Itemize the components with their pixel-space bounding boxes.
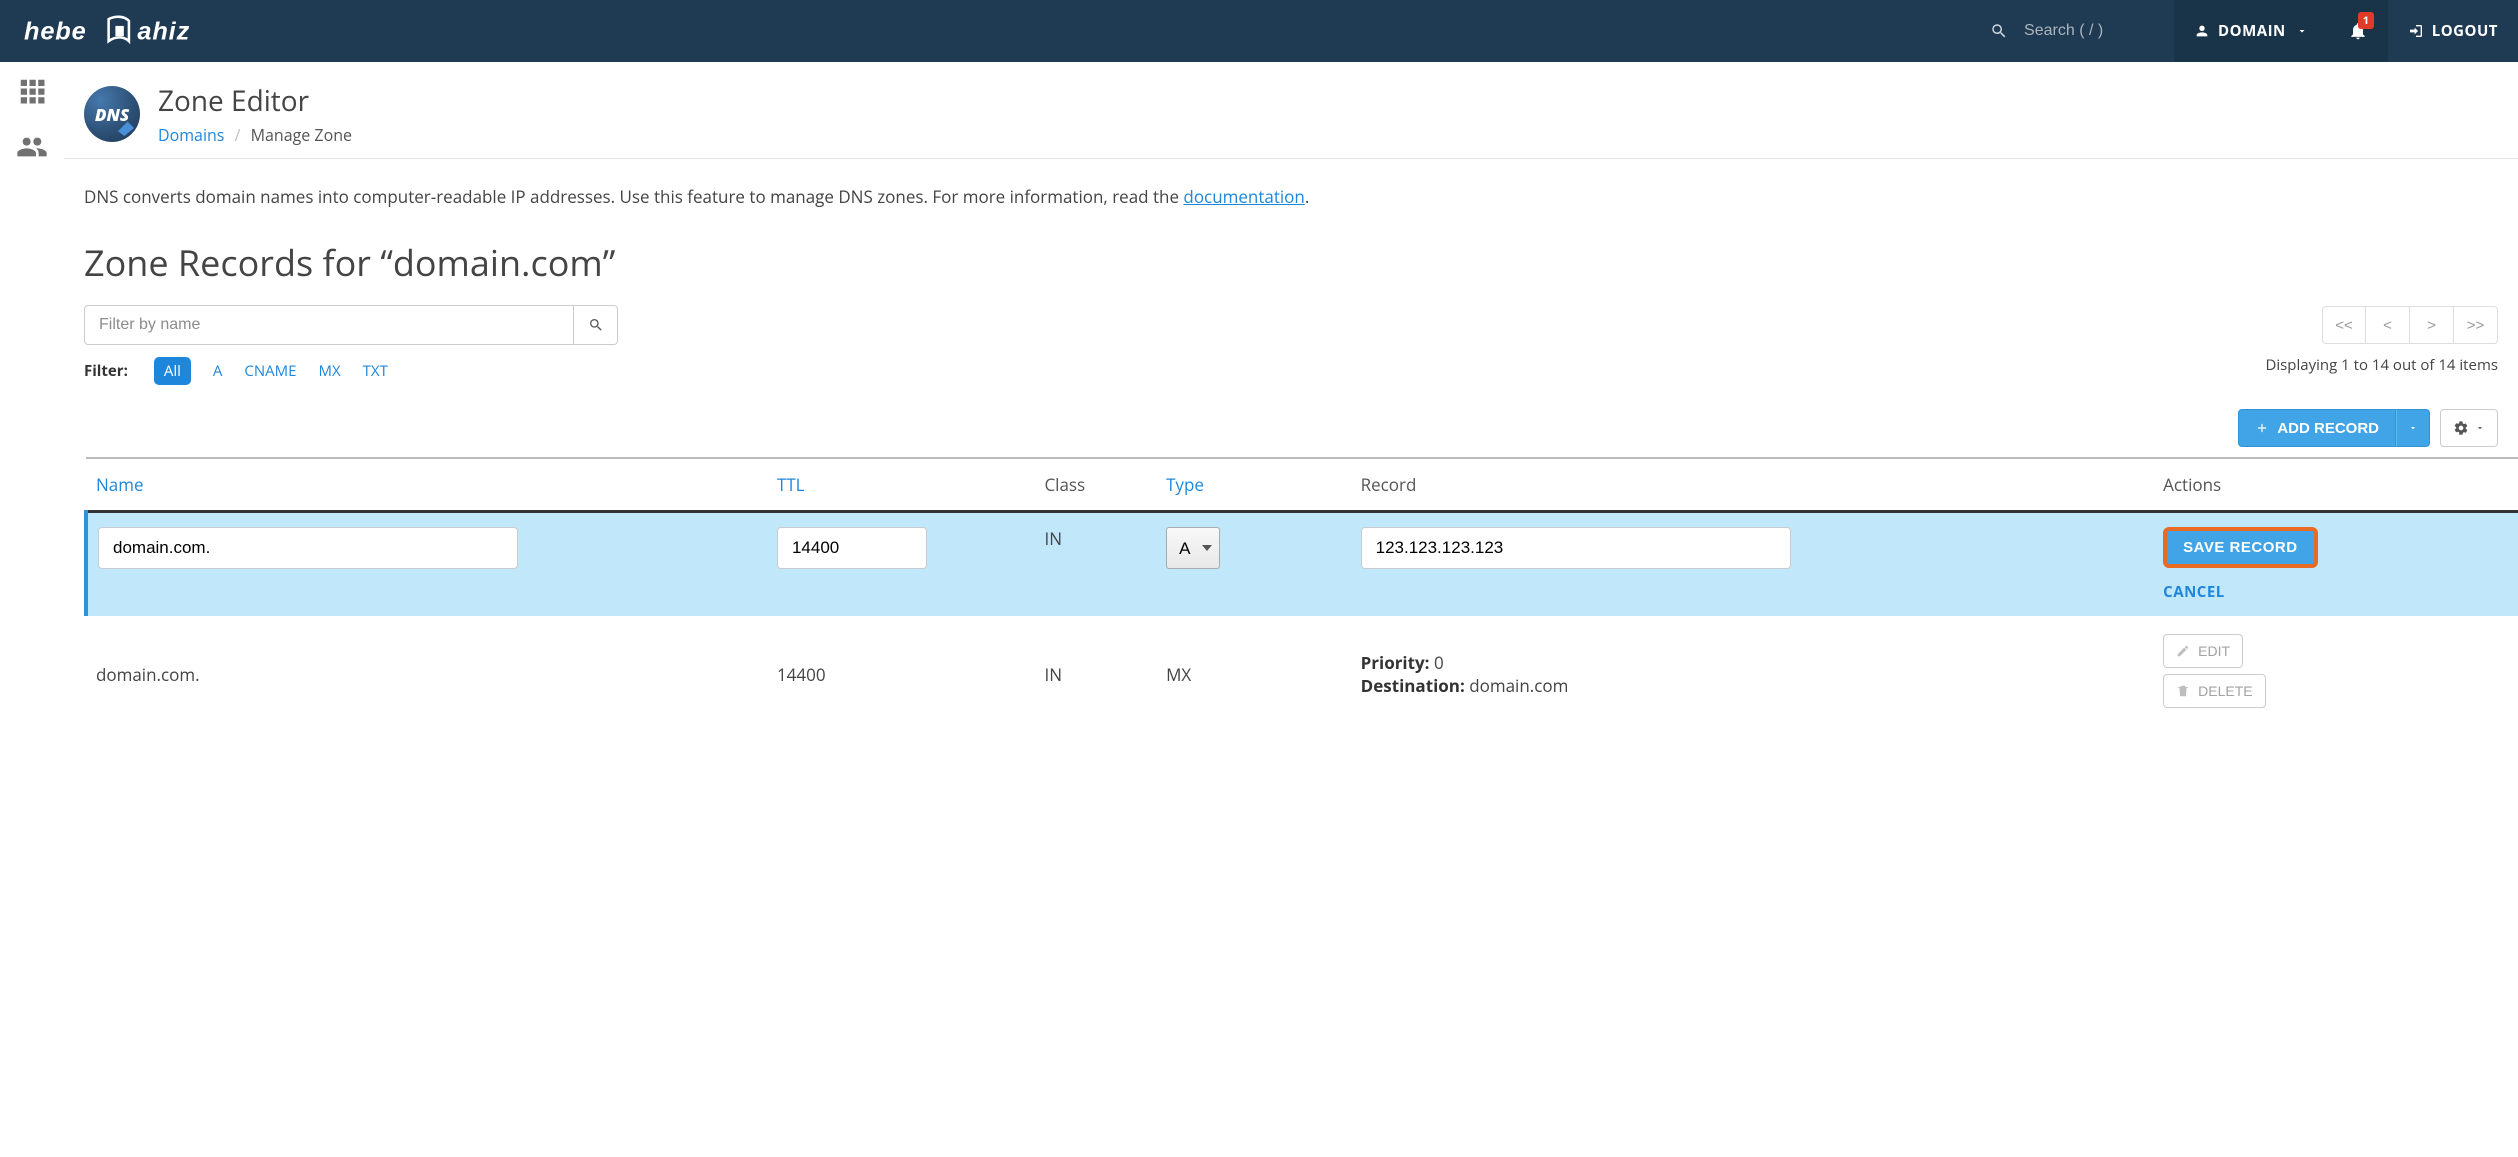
edit-name-input[interactable] — [98, 527, 518, 569]
row-record-dest-label: Destination: — [1361, 674, 1465, 697]
chevron-down-icon — [2475, 423, 2485, 433]
intro-post: . — [1305, 185, 1309, 208]
type-filter: Filter: All A CNAME MX TXT — [64, 345, 408, 385]
row-record-dest: domain.com — [1469, 674, 1568, 697]
action-bar: ADD RECORD — [64, 385, 2518, 457]
user-icon — [2194, 23, 2210, 39]
pager: << < > >> — [2322, 306, 2498, 344]
col-ttl[interactable]: TTL — [767, 458, 1035, 512]
svg-text:hebe: hebe — [24, 17, 87, 45]
edit-ttl-input[interactable] — [777, 527, 927, 569]
row-ttl: 14400 — [767, 616, 1035, 732]
row-record-priority-label: Priority: — [1361, 651, 1430, 674]
edit-class-value: IN — [1044, 527, 1062, 550]
main-content: DNS Zone Editor Domains / Manage Zone DN… — [64, 62, 2518, 762]
brand-logo[interactable]: hebe ahiz — [0, 0, 262, 62]
intro-pre: DNS converts domain names into computer-… — [84, 185, 1183, 208]
chevron-down-icon — [2296, 25, 2308, 37]
col-record: Record — [1351, 458, 2154, 512]
topnav: hebe ahiz DOMAIN 1 LOGOUT — [0, 0, 2518, 62]
filter-opt-txt[interactable]: TXT — [363, 361, 388, 381]
col-name[interactable]: Name — [86, 458, 767, 512]
filter-opt-mx[interactable]: MX — [318, 361, 340, 381]
add-record-label: ADD RECORD — [2277, 420, 2379, 437]
pager-next[interactable]: > — [2410, 306, 2454, 344]
row-type: MX — [1156, 616, 1351, 732]
breadcrumb-domains[interactable]: Domains — [158, 124, 224, 146]
cancel-edit-link[interactable]: CANCEL — [2163, 582, 2508, 602]
intro-text: DNS converts domain names into computer-… — [64, 159, 2518, 208]
add-record-caret[interactable] — [2396, 409, 2430, 447]
records-table: Name TTL Class Type Record Actions IN — [84, 457, 2518, 732]
notification-badge: 1 — [2358, 12, 2374, 29]
section-title: Zone Records for “domain.com” — [64, 208, 2518, 305]
row-record: Priority: 0 Destination: domain.com — [1351, 616, 2154, 732]
col-actions: Actions — [2153, 458, 2518, 512]
col-type[interactable]: Type — [1156, 458, 1351, 512]
filter-search-button[interactable] — [574, 305, 618, 345]
save-record-button[interactable]: SAVE RECORD — [2163, 527, 2317, 568]
search-icon — [588, 317, 604, 333]
plus-icon — [2255, 421, 2269, 435]
trash-icon — [2176, 684, 2190, 698]
pager-info: Displaying 1 to 14 out of 14 items — [2265, 345, 2518, 375]
table-row-editing: IN A SAVE RECORD CANCEL — [86, 512, 2518, 617]
filter-opt-cname[interactable]: CNAME — [244, 361, 296, 381]
breadcrumb: Domains / Manage Zone — [158, 124, 352, 146]
edit-label: EDIT — [2198, 643, 2230, 659]
filter-opt-all[interactable]: All — [154, 357, 191, 385]
page-title: Zone Editor — [158, 82, 352, 120]
users-icon[interactable] — [16, 131, 48, 168]
global-search[interactable] — [1968, 0, 2174, 62]
pager-last[interactable]: >> — [2454, 306, 2498, 344]
chevron-down-icon — [2408, 423, 2418, 433]
pencil-icon — [2176, 644, 2190, 658]
domain-label: DOMAIN — [2218, 21, 2286, 41]
row-class: IN — [1034, 616, 1156, 732]
global-search-input[interactable] — [2022, 21, 2152, 41]
gear-icon — [2453, 420, 2469, 436]
dns-badge-icon: DNS — [84, 86, 140, 142]
breadcrumb-separator: / — [235, 124, 241, 146]
filter-opt-a[interactable]: A — [213, 361, 223, 381]
settings-button[interactable] — [2440, 409, 2498, 447]
pager-first[interactable]: << — [2322, 306, 2366, 344]
filter-input[interactable] — [84, 305, 574, 345]
edit-type-select[interactable]: A — [1166, 527, 1220, 569]
svg-text:ahiz: ahiz — [137, 17, 190, 45]
documentation-link[interactable]: documentation — [1183, 185, 1304, 208]
add-record-button[interactable]: ADD RECORD — [2238, 409, 2396, 447]
page-header: DNS Zone Editor Domains / Manage Zone — [64, 62, 2518, 159]
name-filter — [84, 305, 618, 345]
logout-button[interactable]: LOGOUT — [2388, 0, 2518, 62]
col-class: Class — [1034, 458, 1156, 512]
sidebar — [0, 62, 64, 762]
breadcrumb-current: Manage Zone — [251, 124, 352, 146]
row-record-priority: 0 — [1434, 651, 1444, 674]
dns-badge-text: DNS — [95, 103, 129, 126]
delete-row-button[interactable]: DELETE — [2163, 674, 2265, 708]
logout-label: LOGOUT — [2432, 21, 2498, 41]
edit-row-button[interactable]: EDIT — [2163, 634, 2243, 668]
logout-icon — [2408, 23, 2424, 39]
search-icon — [1990, 22, 2008, 40]
domain-switcher[interactable]: DOMAIN — [2174, 0, 2328, 62]
notifications-button[interactable]: 1 — [2328, 0, 2388, 62]
edit-record-input[interactable] — [1361, 527, 1791, 569]
pager-prev[interactable]: < — [2366, 306, 2410, 344]
type-filter-label: Filter: — [84, 361, 128, 381]
apps-icon[interactable] — [17, 76, 47, 111]
table-row: domain.com. 14400 IN MX Priority: 0 Dest… — [86, 616, 2518, 732]
row-name: domain.com. — [86, 616, 767, 732]
delete-label: DELETE — [2198, 683, 2252, 699]
